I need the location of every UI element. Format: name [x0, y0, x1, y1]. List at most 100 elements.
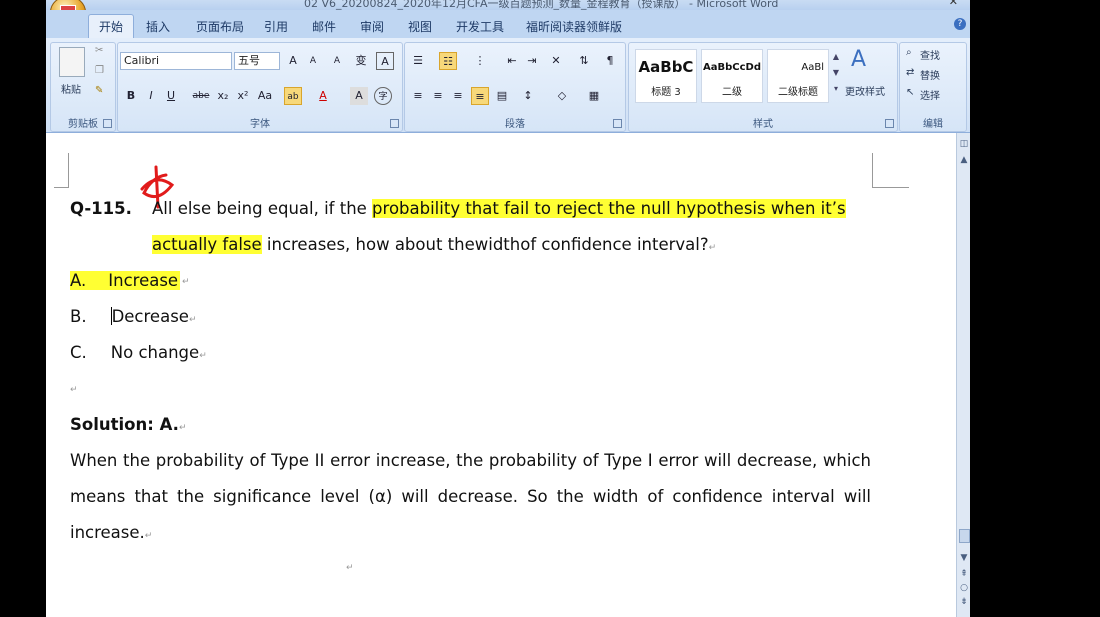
- multilevel-list-icon[interactable]: ⋮: [471, 52, 489, 70]
- align-left-icon[interactable]: ≡: [409, 87, 427, 105]
- tab-developer[interactable]: 开发工具: [456, 18, 504, 35]
- group-paragraph: ☰ ☷ ⋮ ⇤ ⇥ ✕ ⇅ ¶ ≡ ≡ ≡ ≡ ▤ ↕ ◇ ▦ 段落: [404, 42, 626, 132]
- styles-group-label: 样式: [753, 119, 773, 130]
- left-black-border: [0, 0, 46, 617]
- phonetic-guide-button[interactable]: 变: [352, 52, 370, 70]
- option-text: Increase: [108, 271, 179, 290]
- option-a: A. Increase: [70, 271, 181, 290]
- previous-page-icon[interactable]: ⇞: [958, 569, 970, 579]
- enclose-characters-button[interactable]: 字: [374, 87, 392, 105]
- chinese-layout-icon[interactable]: ✕: [547, 52, 565, 70]
- clipboard-launcher-icon[interactable]: [103, 119, 112, 128]
- italic-button[interactable]: I: [142, 87, 160, 105]
- shading-icon[interactable]: ◇: [553, 87, 571, 105]
- style-sample: AaBl: [801, 62, 824, 73]
- bullets-icon[interactable]: ☰: [409, 52, 427, 70]
- option-letter: C.: [70, 343, 87, 362]
- question-line-1: Q-115.: [70, 199, 132, 218]
- style-level2-title[interactable]: AaBl 二级标题: [767, 49, 829, 103]
- question-highlight-2: actually false: [152, 235, 262, 254]
- right-black-border: [970, 0, 1100, 617]
- select-button[interactable]: 选择: [920, 87, 940, 102]
- styles-launcher-icon[interactable]: [885, 119, 894, 128]
- next-page-icon[interactable]: ⇟: [958, 597, 970, 607]
- cut-icon[interactable]: ✂: [95, 45, 103, 56]
- paste-label: 粘贴: [61, 85, 81, 96]
- tab-view[interactable]: 视图: [408, 18, 432, 35]
- paragraph-mark: ↵: [188, 315, 197, 325]
- tab-insert[interactable]: 插入: [146, 18, 170, 35]
- style-heading-3[interactable]: AaBbC 标题 3: [635, 49, 697, 103]
- find-button[interactable]: 查找: [920, 47, 940, 62]
- question-line-2: actually false increases, how about thew…: [152, 235, 716, 254]
- superscript-button[interactable]: x²: [234, 87, 252, 105]
- paragraph-group-label: 段落: [505, 119, 525, 130]
- replace-icon[interactable]: ⇄: [906, 67, 914, 78]
- select-browse-object-icon[interactable]: ○: [958, 583, 970, 593]
- styles-scroll-icon[interactable]: ▲ ▼ ▾: [831, 49, 841, 97]
- font-size-input[interactable]: 五号: [234, 52, 280, 70]
- help-icon[interactable]: ?: [954, 18, 966, 30]
- show-marks-icon[interactable]: ¶: [601, 52, 619, 70]
- character-border-button[interactable]: A: [376, 52, 394, 70]
- font-launcher-icon[interactable]: [390, 119, 399, 128]
- paragraph-mark: ↵: [708, 243, 717, 253]
- ribbon: 粘贴 ✂ ❐ ✎ 剪贴板 Calibri 五号 A A A 变 A B I U …: [46, 38, 970, 133]
- highlight-color-icon[interactable]: ab: [284, 87, 302, 105]
- format-painter-icon[interactable]: ✎: [95, 85, 103, 96]
- numbering-icon[interactable]: ☷: [439, 52, 457, 70]
- stray-paragraph-mark: ↵: [346, 563, 354, 573]
- scroll-down-icon[interactable]: ▼: [958, 553, 970, 563]
- decrease-indent-icon[interactable]: ⇤: [503, 52, 521, 70]
- strikethrough-button[interactable]: abe: [192, 87, 210, 105]
- vertical-scrollbar[interactable]: ◫ ▲ ▼ ⇞ ○ ⇟: [956, 133, 970, 617]
- paragraph-mark: ↵: [144, 531, 153, 541]
- question-highlight-1: probability that fail to reject the null…: [372, 199, 846, 218]
- bold-button[interactable]: B: [122, 87, 140, 105]
- distributed-icon[interactable]: ▤: [493, 87, 511, 105]
- underline-button[interactable]: U: [162, 87, 180, 105]
- tab-mailings[interactable]: 邮件: [312, 18, 336, 35]
- style-level2[interactable]: AaBbCcDd 二级: [701, 49, 763, 103]
- replace-button[interactable]: 替换: [920, 67, 940, 82]
- style-sample: AaBbCcDd: [703, 62, 761, 73]
- grow-font-button[interactable]: A: [284, 52, 302, 70]
- option-b: B. Decrease↵: [70, 307, 197, 326]
- scroll-thumb[interactable]: [959, 529, 970, 543]
- tab-page-layout[interactable]: 页面布局: [196, 18, 244, 35]
- tab-foxit-reader[interactable]: 福昕阅读器领鲜版: [526, 18, 622, 35]
- find-icon[interactable]: ⌕: [906, 47, 912, 58]
- select-icon[interactable]: ↖: [906, 87, 914, 98]
- word-window: 02 V6_20200824_2020年12月CFA一级百题预测_数量_金程教育…: [46, 0, 970, 617]
- increase-indent-icon[interactable]: ⇥: [523, 52, 541, 70]
- tab-review[interactable]: 审阅: [360, 18, 384, 35]
- close-icon[interactable]: ✕: [949, 0, 958, 8]
- document-page[interactable]: Q-115. All else being equal, if the prob…: [46, 133, 956, 617]
- margin-mark-left: [54, 153, 69, 188]
- ruler-toggle-icon[interactable]: ◫: [958, 139, 970, 149]
- paste-icon[interactable]: [59, 47, 85, 77]
- font-name-input[interactable]: Calibri: [120, 52, 232, 70]
- shrink-font-button[interactable]: A: [304, 52, 322, 70]
- tab-home[interactable]: 开始: [88, 14, 135, 41]
- tab-references[interactable]: 引用: [264, 18, 288, 35]
- justify-icon[interactable]: ≡: [471, 87, 489, 105]
- style-name: 标题 3: [651, 87, 681, 98]
- question-text-part2: increases, how about thewidthof confiden…: [261, 235, 709, 254]
- scroll-up-icon[interactable]: ▲: [958, 155, 970, 165]
- change-styles-icon[interactable]: A: [851, 47, 866, 72]
- copy-icon[interactable]: ❐: [95, 65, 104, 76]
- borders-icon[interactable]: ▦: [585, 87, 603, 105]
- change-styles-label[interactable]: 更改样式: [845, 83, 885, 98]
- character-shading-icon[interactable]: A: [350, 87, 368, 105]
- font-group-label: 字体: [250, 119, 270, 130]
- align-right-icon[interactable]: ≡: [449, 87, 467, 105]
- sort-icon[interactable]: ⇅: [575, 52, 593, 70]
- change-case-button[interactable]: Aa: [256, 87, 274, 105]
- subscript-button[interactable]: x₂: [214, 87, 232, 105]
- align-center-icon[interactable]: ≡: [429, 87, 447, 105]
- font-color-button[interactable]: A: [314, 87, 332, 105]
- clear-format-button[interactable]: A: [328, 52, 346, 70]
- paragraph-launcher-icon[interactable]: [613, 119, 622, 128]
- line-spacing-icon[interactable]: ↕: [519, 87, 537, 105]
